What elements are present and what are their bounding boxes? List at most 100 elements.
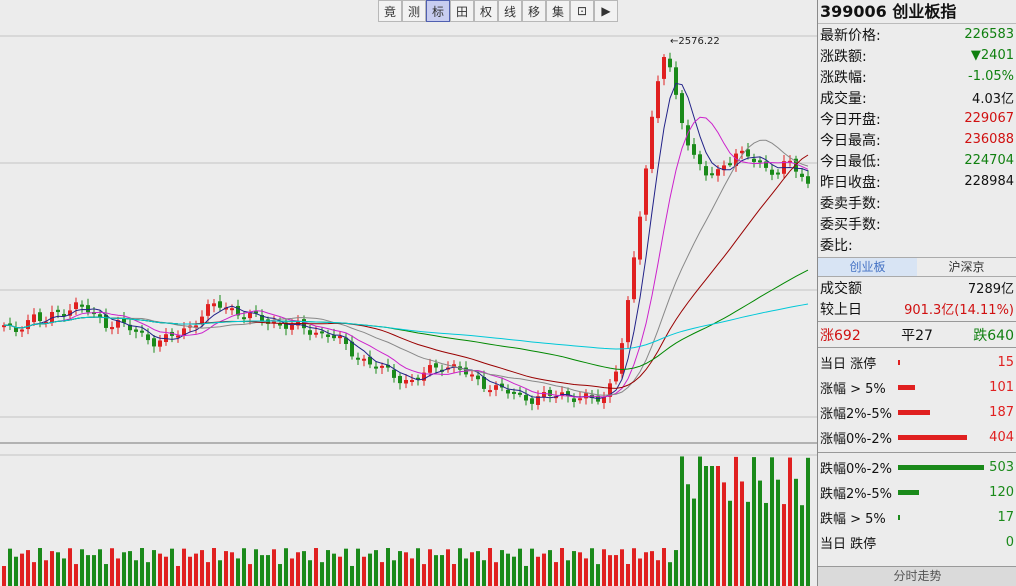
volume-bar [548,550,552,586]
volume-bar [632,548,636,586]
distribution-label: 跌幅2%-5% [820,487,892,502]
breadth-row: 涨692 平27 跌640 [818,324,1016,345]
quote-value: 4.03亿 [972,92,1014,107]
compare-label: 较上日 [820,301,862,318]
distribution-bar [898,465,984,470]
candle-body [752,158,756,162]
volume-bar [440,555,444,586]
toolbar-button-3[interactable]: 田 [450,0,474,22]
toolbar-button-4[interactable]: 权 [474,0,498,22]
toolbar-button-7[interactable]: 集 [546,0,570,22]
volume-bar [374,550,378,586]
toolbar-button-1[interactable]: 测 [402,0,426,22]
volume-bar [368,553,372,586]
volume-bar [302,551,306,586]
kline-chart-area[interactable]: ←2576.22 竟测标田权线移集 ⊡ ▶ [0,0,817,586]
candle-body [326,334,330,337]
volume-bar [512,556,516,586]
intraday-tab[interactable]: 分时走势 [818,566,1016,586]
candle-body [584,393,588,399]
distribution-bar [898,490,919,495]
volume-bar [578,552,582,586]
distribution-row: 当日 涨停 15 [818,350,1016,375]
candle-body [512,391,516,394]
distribution-bar [898,435,967,440]
volume-bar [194,553,198,586]
toolbar-button-8[interactable]: ⊡ [570,0,594,22]
volume-bar [434,555,438,586]
volume-bar [644,552,648,586]
quote-rows: 最新价格: 226583 涨跌额: ▼2401 涨跌幅: -1.05% 成交量: 4.03亿今… [818,24,1016,255]
distribution-row: 跌幅2%-5% 120 [818,480,1016,505]
volume-bar [680,456,684,586]
quote-label: 委买手数: [820,216,881,233]
volume-bar [206,562,210,586]
volume-bar [110,548,114,586]
distribution-label: 涨幅 > 5% [820,382,886,397]
volume-bar [782,504,786,586]
volume-bar [794,478,798,586]
candle-body [488,390,492,393]
toolbar-button-2[interactable]: 标 [426,0,450,22]
volume-bar [344,548,348,586]
tab-all-market[interactable]: 沪深京 [917,258,1016,276]
candle-body [770,169,774,175]
distribution-value: 0 [1005,535,1014,550]
candle-body [38,312,42,321]
distribution-value: 503 [989,460,1014,475]
volume-bar [236,558,240,586]
candle-body [230,308,234,311]
candle-body [650,116,654,169]
candle-body [506,389,510,394]
candle-body [776,172,780,175]
distribution-bar [898,360,900,365]
volume-bar [746,501,750,586]
quote-row: 今日开盘: 229067 [818,108,1016,129]
toolbar-button-6[interactable]: 移 [522,0,546,22]
tab-chinext[interactable]: 创业板 [818,258,917,276]
candle-body [206,304,210,316]
candle-body [308,330,312,335]
compare-value: 901.3亿(14.11%) [904,303,1014,318]
advance-count: 涨692 [820,327,861,344]
toolbar-button-0[interactable]: 竟 [378,0,402,22]
candle-body [710,173,714,176]
volume-bar [254,549,258,586]
volume-bar [80,549,84,586]
quote-row: 今日最高: 236088 [818,129,1016,150]
volume-bar [320,562,324,586]
candle-body [470,374,474,377]
volume-bar [146,562,150,586]
candle-body [74,302,78,309]
toolbar-button-9[interactable]: ▶ [594,0,618,22]
volume-bar [452,564,456,586]
quote-row: 委买手数: [818,213,1016,234]
volume-bar [458,548,462,586]
index-code: 399006 [820,2,887,21]
volume-bar [734,456,738,586]
kline-chart: ←2576.22 [0,35,817,586]
candle-body [626,300,630,343]
candle-body [158,340,162,347]
volume-bar [530,548,534,586]
candle-body [746,149,750,157]
toolbar-button-5[interactable]: 线 [498,0,522,22]
flat-count: 平27 [901,327,933,344]
quote-row: 委比: [818,234,1016,255]
volume-bar [248,564,252,586]
ma-line-120 [3,303,809,350]
candle-body [518,392,522,395]
quote-value: -1.05% [968,69,1014,84]
candle-body [638,216,642,260]
volume-bar [758,480,762,586]
candle-body [380,365,384,368]
volume-bar [362,556,366,586]
candle-body [494,385,498,390]
volume-bar [506,553,510,586]
volume-bar [242,548,246,586]
distribution-row: 跌幅 > 5% 17 [818,505,1016,530]
distribution-row: 涨幅 > 5% 101 [818,375,1016,400]
volume-bar [14,556,18,586]
candle-body [758,160,762,163]
candle-body [314,332,318,335]
